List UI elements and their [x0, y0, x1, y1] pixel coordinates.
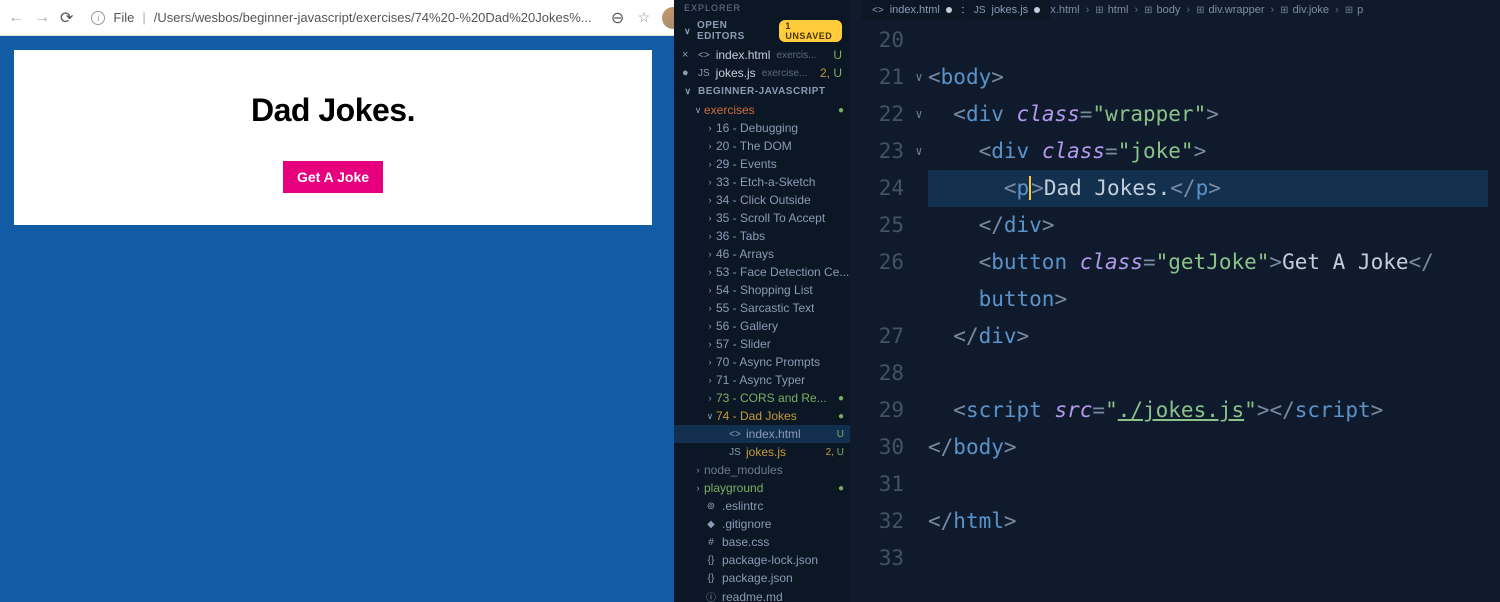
tree-item[interactable]: ›53 - Face Detection Ce...: [674, 263, 850, 281]
code-line[interactable]: 25 </div>: [850, 207, 1500, 244]
editor-tab[interactable]: JSjokes.js: [964, 0, 1050, 20]
tree-item[interactable]: ›54 - Shopping List: [674, 281, 850, 299]
tree-item[interactable]: <>index.htmlU: [674, 425, 850, 443]
open-editor-item[interactable]: ×<>index.htmlexercis...U: [674, 46, 850, 64]
unsaved-badge: 1 UNSAVED: [779, 20, 842, 42]
get-joke-button[interactable]: Get A Joke: [283, 161, 383, 193]
tree-item[interactable]: {}package.json: [674, 569, 850, 587]
editor-tab[interactable]: <>index.html: [862, 0, 962, 20]
code-editor[interactable]: 2021∨<body>22∨ <div class="wrapper">23∨ …: [850, 20, 1500, 602]
page-viewport: Dad Jokes. Get A Joke: [0, 36, 674, 602]
breadcrumb-item[interactable]: ⊞div.wrapper: [1196, 4, 1264, 16]
reload-icon[interactable]: ⟳: [60, 10, 73, 26]
tree-item[interactable]: ›73 - CORS and Re...●: [674, 389, 850, 407]
open-editor-item[interactable]: ●JSjokes.jsexercise...2, U: [674, 64, 850, 82]
tree-item[interactable]: ›16 - Debugging: [674, 119, 850, 137]
breadcrumb-item[interactable]: ⊞html: [1095, 4, 1128, 16]
tree-item[interactable]: ›34 - Click Outside: [674, 191, 850, 209]
bookmark-icon[interactable]: ☆: [638, 9, 651, 26]
explorer-title: EXPLORER: [674, 0, 850, 16]
code-line[interactable]: 20: [850, 22, 1500, 59]
tree-item[interactable]: ›node_modules: [674, 461, 850, 479]
tree-item[interactable]: #base.css: [674, 533, 850, 551]
joke-card: Dad Jokes. Get A Joke: [14, 50, 652, 225]
breadcrumb-item[interactable]: ⊞body: [1144, 4, 1180, 16]
tree-item[interactable]: ◆.gitignore: [674, 515, 850, 533]
code-line[interactable]: 22∨ <div class="wrapper">: [850, 96, 1500, 133]
tree-item[interactable]: ›35 - Scroll To Accept: [674, 209, 850, 227]
tree-item[interactable]: ∨exercises●: [674, 101, 850, 119]
tree-item[interactable]: ›71 - Async Typer: [674, 371, 850, 389]
tree-item[interactable]: ⊚.eslintrc: [674, 497, 850, 515]
forward-icon[interactable]: →: [34, 10, 50, 26]
tree-item[interactable]: ›56 - Gallery: [674, 317, 850, 335]
open-editors-header[interactable]: ∨ OPEN EDITORS 1 UNSAVED: [674, 16, 850, 46]
file-tree: ∨exercises●›16 - Debugging›20 - The DOM›…: [674, 101, 850, 602]
editor-pane: EXPLORER ∨ OPEN EDITORS 1 UNSAVED ×<>ind…: [674, 0, 1500, 602]
zoom-icon[interactable]: ⊖: [610, 10, 626, 26]
tree-item[interactable]: ›57 - Slider: [674, 335, 850, 353]
tree-item[interactable]: ›33 - Etch-a-Sketch: [674, 173, 850, 191]
code-line[interactable]: 29 <script src="./jokes.js"></script>: [850, 392, 1500, 429]
code-line[interactable]: 30</body>: [850, 429, 1500, 466]
tree-item[interactable]: ›29 - Events: [674, 155, 850, 173]
url-path: /Users/wesbos/beginner-javascript/exerci…: [154, 10, 592, 25]
tree-item[interactable]: ›70 - Async Prompts: [674, 353, 850, 371]
tree-item[interactable]: ⓘreadme.md: [674, 587, 850, 602]
editor-tabs: <>index.htmlJSjokes.js: [862, 0, 1050, 20]
code-line[interactable]: 32</html>: [850, 503, 1500, 540]
code-line[interactable]: 23∨ <div class="joke">: [850, 133, 1500, 170]
browser-toolbar: ← → ⟳ i File | /Users/wesbos/beginner-ja…: [0, 0, 674, 36]
open-editors-list: ×<>index.htmlexercis...U●JSjokes.jsexerc…: [674, 46, 850, 82]
tree-item[interactable]: ›playground●: [674, 479, 850, 497]
url-scheme: File: [113, 10, 134, 25]
code-line[interactable]: button>: [850, 281, 1500, 318]
file-explorer: EXPLORER ∨ OPEN EDITORS 1 UNSAVED ×<>ind…: [674, 0, 850, 602]
code-line[interactable]: 33: [850, 540, 1500, 577]
code-line[interactable]: 27 </div>: [850, 318, 1500, 355]
address-bar[interactable]: i File | /Users/wesbos/beginner-javascri…: [83, 10, 599, 25]
code-line[interactable]: 26 <button class="getJoke">Get A Joke</: [850, 244, 1500, 281]
tree-item[interactable]: {}package-lock.json: [674, 551, 850, 569]
tree-item[interactable]: ›55 - Sarcastic Text: [674, 299, 850, 317]
editor-main: exercises›74 - Dad Jokes›<>index.html›⊞h…: [850, 0, 1500, 602]
code-line[interactable]: 28: [850, 355, 1500, 392]
project-header[interactable]: ∨ BEGINNER-JAVASCRIPT: [674, 82, 850, 101]
code-line[interactable]: 31: [850, 466, 1500, 503]
code-line[interactable]: 21∨<body>: [850, 59, 1500, 96]
breadcrumb-item[interactable]: ⊞p: [1345, 4, 1364, 16]
browser-pane: ← → ⟳ i File | /Users/wesbos/beginner-ja…: [0, 0, 674, 602]
joke-text: Dad Jokes.: [251, 92, 415, 129]
tree-item[interactable]: ∨74 - Dad Jokes●: [674, 407, 850, 425]
tree-item[interactable]: ›46 - Arrays: [674, 245, 850, 263]
code-line[interactable]: 24 <p>Dad Jokes.</p>: [850, 170, 1500, 207]
site-info-icon[interactable]: i: [91, 11, 105, 25]
breadcrumb-item[interactable]: ⊞div.joke: [1280, 4, 1329, 16]
tree-item[interactable]: ›20 - The DOM: [674, 137, 850, 155]
tree-item[interactable]: JSjokes.js2, U: [674, 443, 850, 461]
back-icon[interactable]: ←: [8, 10, 24, 26]
tree-item[interactable]: ›36 - Tabs: [674, 227, 850, 245]
